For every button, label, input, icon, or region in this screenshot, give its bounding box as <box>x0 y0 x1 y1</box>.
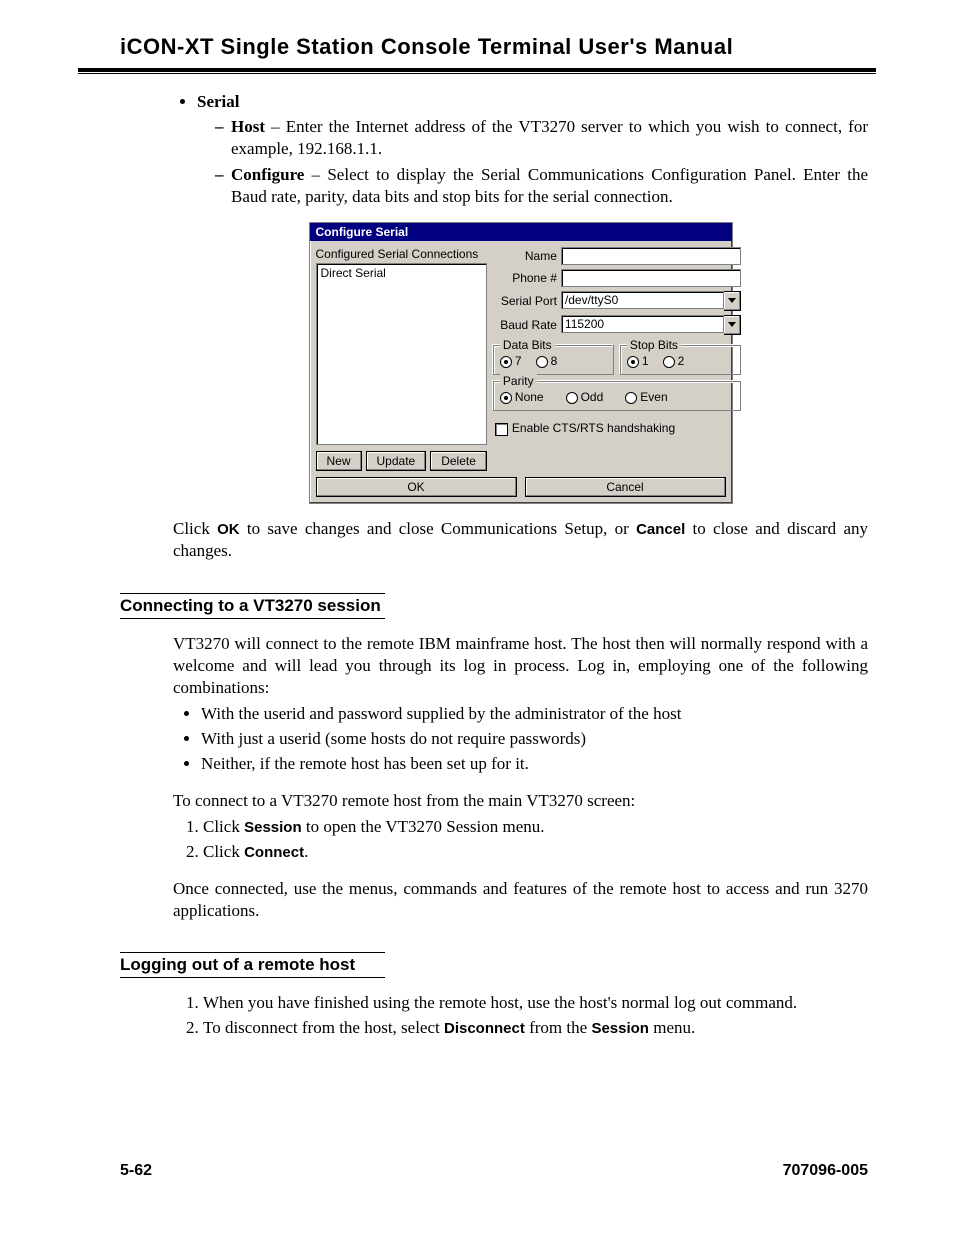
chevron-down-icon <box>728 298 736 304</box>
after-dialog-text: Click OK to save changes and close Commu… <box>173 518 868 562</box>
parity-legend: Parity <box>500 374 537 388</box>
cancel-button[interactable]: Cancel <box>525 477 726 497</box>
parity-even-label: Even <box>640 390 667 404</box>
dialog-titlebar: Configure Serial <box>310 223 732 241</box>
sec2-step1: When you have finished using the remote … <box>203 992 868 1015</box>
section-connecting-heading: Connecting to a VT3270 session <box>120 593 385 619</box>
txt-ok: OK <box>217 521 240 538</box>
phone-input[interactable] <box>561 269 741 287</box>
serial-label: Serial <box>197 92 240 111</box>
serial-port-label: Serial Port <box>493 294 561 308</box>
stop-bits-1-label: 1 <box>642 354 649 368</box>
list-serial: Serial Host – Enter the Internet address… <box>197 92 868 208</box>
header-rule-thin <box>78 73 876 74</box>
txt: Click <box>173 519 217 538</box>
header-rule-thick <box>78 68 876 72</box>
data-bits-7-radio[interactable]: 7 <box>500 354 522 368</box>
data-bits-7-label: 7 <box>515 354 522 368</box>
configure-label: Configure <box>231 165 304 184</box>
configured-connections-label: Configured Serial Connections <box>316 247 487 261</box>
delete-button[interactable]: Delete <box>430 451 487 471</box>
connections-listbox[interactable]: Direct Serial <box>316 263 487 445</box>
section-logging-out-heading: Logging out of a remote host <box>120 952 385 978</box>
txt: Click <box>203 817 244 836</box>
data-bits-group: Data Bits 7 8 <box>493 345 614 375</box>
phone-label: Phone # <box>493 271 561 285</box>
handshake-checkbox[interactable]: Enable CTS/RTS handshaking <box>493 421 741 435</box>
txt: to open the VT3270 Session menu. <box>302 817 545 836</box>
update-button[interactable]: Update <box>366 451 427 471</box>
txt: to save changes and close Communications… <box>240 519 636 538</box>
sub-item-configure: Configure – Select to display the Serial… <box>215 164 868 208</box>
txt-connect: Connect <box>244 844 304 861</box>
txt: . <box>304 842 308 861</box>
stop-bits-1-radio[interactable]: 1 <box>627 354 649 368</box>
doc-number: 707096-005 <box>783 1162 868 1180</box>
sec1-b1: With the userid and password supplied by… <box>201 703 868 726</box>
sec1-step1: Click Session to open the VT3270 Session… <box>203 816 868 839</box>
parity-none-label: None <box>515 390 544 404</box>
sec2-step2: To disconnect from the host, select Disc… <box>203 1017 868 1040</box>
handshake-label: Enable CTS/RTS handshaking <box>512 421 675 435</box>
parity-odd-radio[interactable]: Odd <box>566 390 604 404</box>
stop-bits-legend: Stop Bits <box>627 338 681 352</box>
txt: from the <box>525 1018 592 1037</box>
new-button[interactable]: New <box>316 451 362 471</box>
running-header: iCON-XT Single Station Console Terminal … <box>78 30 876 68</box>
host-text: – Enter the Internet address of the VT32… <box>231 117 868 158</box>
serial-port-combo[interactable] <box>561 291 724 309</box>
data-bits-legend: Data Bits <box>500 338 555 352</box>
sec1-b3: Neither, if the remote host has been set… <box>201 753 868 776</box>
sec1-p1: VT3270 will connect to the remote IBM ma… <box>173 633 868 699</box>
stop-bits-group: Stop Bits 1 2 <box>620 345 741 375</box>
txt: Click <box>203 842 244 861</box>
txt-disconnect: Disconnect <box>444 1020 525 1037</box>
name-input[interactable] <box>561 247 741 265</box>
list-item[interactable]: Direct Serial <box>321 266 482 280</box>
stop-bits-2-label: 2 <box>678 354 685 368</box>
sec1-p2: To connect to a VT3270 remote host from … <box>173 790 868 812</box>
txt-session: Session <box>244 819 302 836</box>
txt: menu. <box>649 1018 695 1037</box>
data-bits-8-label: 8 <box>551 354 558 368</box>
chevron-down-icon <box>728 322 736 328</box>
host-label: Host <box>231 117 265 136</box>
baud-rate-dropdown-button[interactable] <box>724 315 741 335</box>
serial-port-dropdown-button[interactable] <box>724 291 741 311</box>
sec1-b2: With just a userid (some hosts do not re… <box>201 728 868 751</box>
baud-rate-label: Baud Rate <box>493 318 561 332</box>
sub-item-host: Host – Enter the Internet address of the… <box>215 116 868 160</box>
sec1-step2: Click Connect. <box>203 841 868 864</box>
configure-text: – Select to display the Serial Communica… <box>231 165 868 206</box>
ok-button[interactable]: OK <box>316 477 517 497</box>
data-bits-8-radio[interactable]: 8 <box>536 354 558 368</box>
stop-bits-2-radio[interactable]: 2 <box>663 354 685 368</box>
txt-session: Session <box>591 1020 649 1037</box>
checkbox-icon <box>495 423 508 436</box>
parity-none-radio[interactable]: None <box>500 390 544 404</box>
parity-even-radio[interactable]: Even <box>625 390 667 404</box>
parity-odd-label: Odd <box>581 390 604 404</box>
parity-group: Parity None Odd Even <box>493 381 741 411</box>
page-number: 5-62 <box>120 1162 152 1180</box>
txt: To disconnect from the host, select <box>203 1018 444 1037</box>
txt-cancel: Cancel <box>636 521 685 538</box>
baud-rate-combo[interactable] <box>561 315 724 333</box>
configure-serial-dialog: Configure Serial Configured Serial Conne… <box>309 222 733 504</box>
sec1-p3: Once connected, use the menus, commands … <box>173 878 868 922</box>
name-label: Name <box>493 249 561 263</box>
